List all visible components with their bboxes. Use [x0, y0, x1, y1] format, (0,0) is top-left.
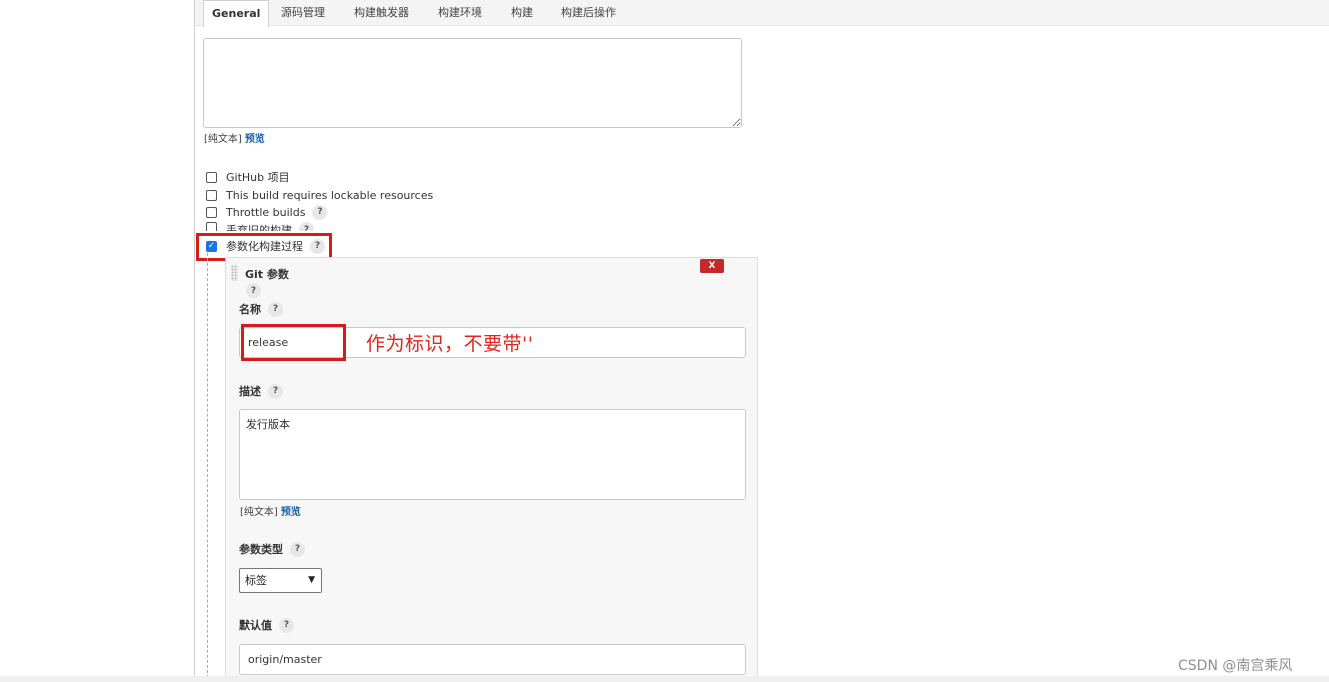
git-param-title: Git 参数 [245, 268, 289, 281]
lockable-resources-label: This build requires lockable resources [226, 188, 434, 202]
tab-build-environment[interactable]: 构建环境 [438, 0, 482, 26]
param-type-heading: 参数类型 ? [239, 541, 305, 557]
name-help-icon[interactable]: ? [268, 301, 283, 317]
tab-build[interactable]: 构建 [511, 0, 533, 26]
drag-handle[interactable] [231, 265, 238, 281]
description-field-heading: 描述 ? [239, 383, 283, 399]
throttle-builds-help-icon[interactable]: ? [312, 204, 328, 220]
lockable-resources-checkbox[interactable] [206, 189, 217, 201]
github-project-checkbox[interactable] [206, 171, 217, 183]
throttle-builds-checkbox[interactable] [206, 206, 217, 218]
name-field-heading: 名称 ? [239, 301, 283, 317]
git-parameter-panel: X Git 参数 ? 名称 ? release 描述 ? 发行版本 [纯文本] 预… [225, 257, 758, 682]
delete-parameter-button[interactable]: X [700, 259, 724, 273]
param-preview-link[interactable]: 预览 [281, 507, 301, 518]
param-type-label: 参数类型 [239, 543, 283, 556]
param-plain-text-label: [纯文本] [240, 507, 278, 518]
default-value-heading: 默认值 ? [239, 617, 294, 633]
default-value-help-icon[interactable]: ? [279, 617, 294, 633]
option-throttle-builds[interactable]: Throttle builds ? [206, 204, 328, 220]
option-discard-old-builds[interactable]: 丢弃旧的构建 ? [206, 222, 314, 231]
description-help-icon[interactable]: ? [268, 383, 283, 399]
tab-source-code[interactable]: 源码管理 [281, 0, 325, 26]
tab-general[interactable]: General [203, 0, 270, 27]
plain-text-label: [纯文本] [204, 134, 242, 145]
discard-old-builds-help-icon[interactable]: ? [299, 222, 314, 231]
discard-old-builds-checkbox[interactable] [206, 222, 217, 231]
github-project-label: GitHub 项目 [226, 171, 290, 184]
default-value-label: 默认值 [239, 619, 272, 632]
name-label: 名称 [239, 303, 261, 316]
project-description-textarea[interactable] [203, 38, 742, 128]
param-description-format-row: [纯文本] 预览 [240, 503, 301, 518]
name-input-highlight-box [241, 324, 346, 361]
description-format-row: [纯文本] 预览 [204, 130, 265, 145]
option-github-project[interactable]: GitHub 项目 [206, 169, 290, 185]
annotation-text: 作为标识，不要带'' [366, 333, 534, 355]
param-type-help-icon[interactable]: ? [290, 541, 305, 557]
throttle-builds-label: Throttle builds [226, 205, 306, 219]
left-pane [0, 0, 194, 682]
bottom-band [0, 676, 1329, 682]
param-type-select[interactable]: 标签 ▼ [239, 568, 322, 593]
git-param-help-icon[interactable]: ? [246, 283, 261, 298]
tab-post-build[interactable]: 构建后操作 [561, 0, 616, 26]
description-textarea[interactable]: 发行版本 [239, 409, 746, 500]
default-value-input[interactable]: origin/master [239, 644, 746, 675]
preview-link[interactable]: 预览 [245, 134, 265, 145]
watermark: CSDN @南宫乘风 [1178, 658, 1293, 674]
discard-old-builds-label: 丢弃旧的构建 [226, 224, 292, 231]
tab-build-triggers[interactable]: 构建触发器 [354, 0, 409, 26]
param-type-value: 标签 [245, 574, 267, 587]
option-lockable-resources[interactable]: This build requires lockable resources [206, 187, 433, 203]
chevron-down-icon: ▼ [308, 575, 315, 585]
tab-bar: General 源码管理 构建触发器 构建环境 构建 构建后操作 [195, 0, 1329, 27]
description-label: 描述 [239, 385, 261, 398]
config-main: General 源码管理 构建触发器 构建环境 构建 构建后操作 [纯文本] 预览… [194, 0, 1329, 682]
nested-section-guide [207, 253, 208, 678]
